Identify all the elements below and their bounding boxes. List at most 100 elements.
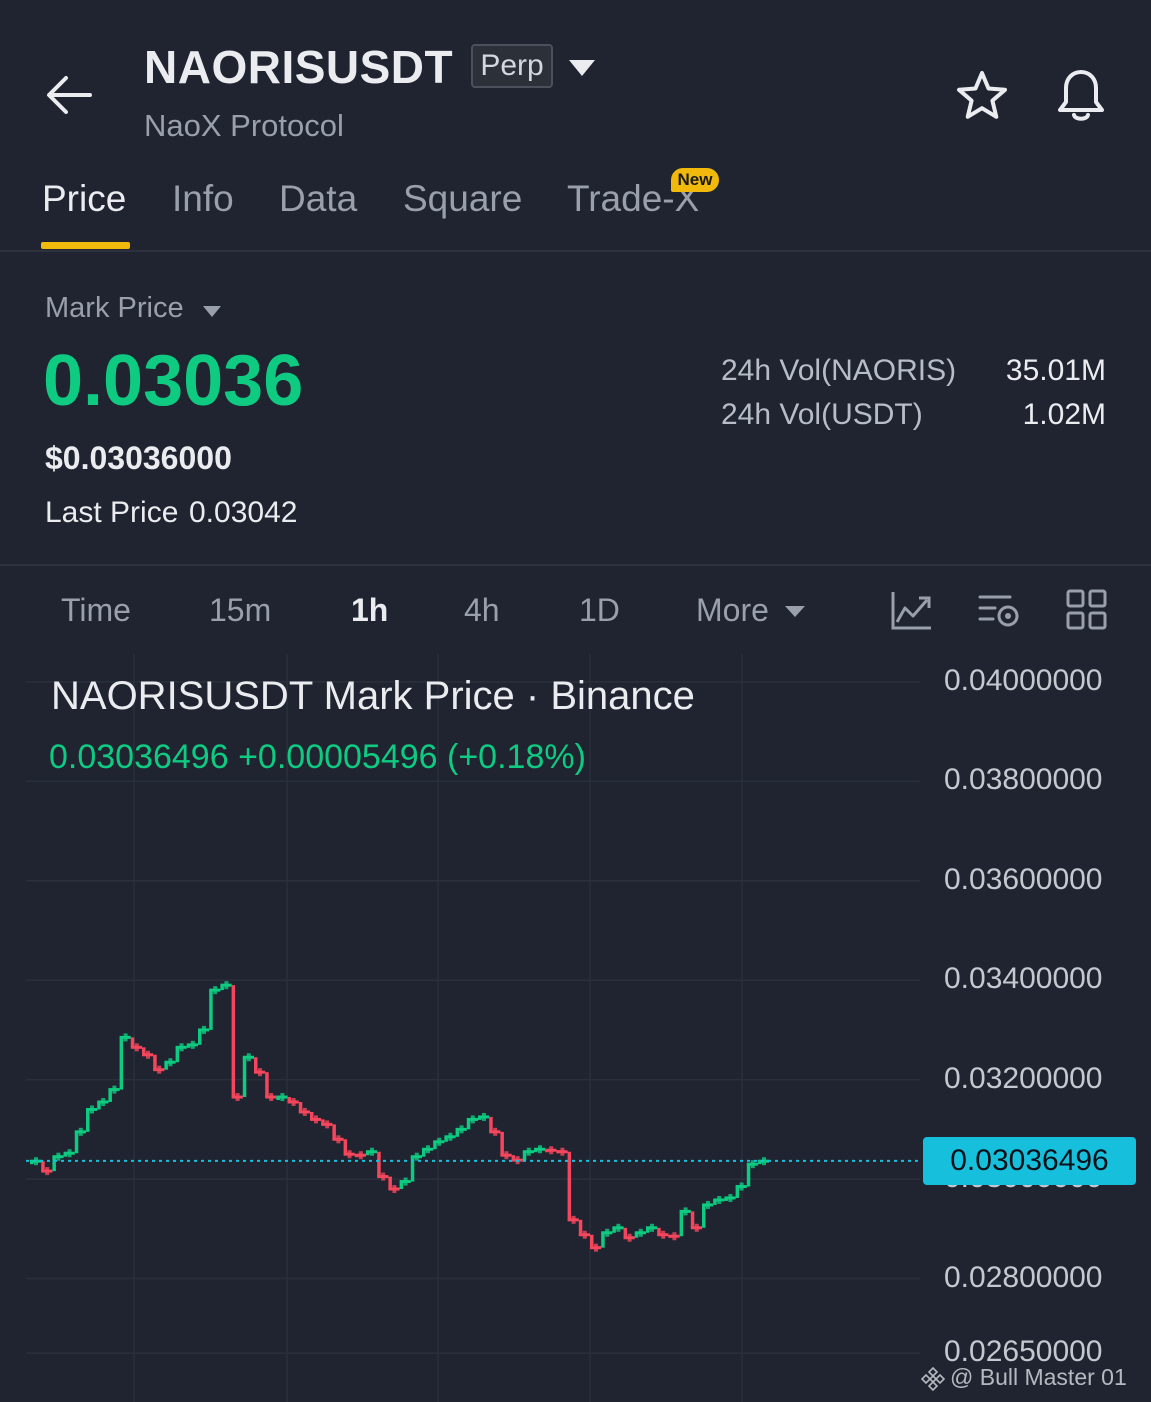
mark-price-value: 0.03036 bbox=[43, 341, 304, 421]
chevron-down-icon[interactable] bbox=[784, 604, 806, 618]
price-step-vertical bbox=[343, 1139, 348, 1155]
y-tick-label: 0.03400000 bbox=[944, 962, 1103, 996]
price-step-body bbox=[90, 1105, 94, 1114]
price-step-body bbox=[123, 1033, 128, 1042]
vol-quote-label: 24h Vol(USDT) bbox=[721, 398, 923, 431]
price-step-body bbox=[235, 1093, 240, 1102]
price-step-body bbox=[594, 1243, 598, 1252]
tf-4h[interactable]: 4h bbox=[464, 592, 500, 629]
price-step-vertical bbox=[746, 1164, 751, 1187]
price-step-body bbox=[627, 1233, 632, 1242]
mark-price-label[interactable]: Mark Price bbox=[45, 292, 184, 325]
price-step-vertical bbox=[231, 985, 236, 1098]
main-tabs: Price Info Data Square Trade-X bbox=[0, 160, 1151, 252]
price-step-vertical bbox=[254, 1057, 258, 1073]
price-step-body bbox=[616, 1223, 621, 1232]
price-step-body bbox=[302, 1107, 307, 1116]
indicator-icon[interactable] bbox=[889, 588, 933, 632]
price-step-body bbox=[56, 1152, 61, 1161]
perp-badge: Perp bbox=[471, 44, 553, 88]
price-step-body bbox=[370, 1147, 374, 1156]
price-step-body bbox=[426, 1145, 430, 1154]
bell-icon[interactable] bbox=[1052, 66, 1110, 124]
price-step-vertical bbox=[377, 1151, 381, 1177]
tab-square[interactable]: Square bbox=[403, 178, 522, 220]
timeframe-bar: Time 15m 1h 4h 1D More bbox=[0, 568, 1151, 654]
last-price-value: 0.03042 bbox=[189, 496, 298, 529]
price-step-body bbox=[291, 1098, 296, 1107]
back-arrow-icon[interactable] bbox=[44, 72, 94, 118]
price-step-body bbox=[728, 1193, 733, 1202]
price-step-body bbox=[448, 1132, 453, 1141]
price-step-vertical bbox=[265, 1072, 269, 1098]
price-step-vertical bbox=[198, 1029, 202, 1045]
price-step-vertical bbox=[679, 1211, 684, 1237]
star-icon[interactable] bbox=[954, 68, 1010, 124]
price-step-body bbox=[739, 1182, 744, 1191]
tab-info[interactable]: Info bbox=[172, 178, 234, 220]
tab-price[interactable]: Price bbox=[42, 178, 126, 220]
vol-base-label: 24h Vol(NAORIS) bbox=[721, 354, 957, 387]
price-step-body bbox=[493, 1127, 498, 1136]
price-step-body bbox=[101, 1098, 106, 1107]
price-step-body bbox=[650, 1223, 654, 1232]
price-step-vertical bbox=[108, 1089, 112, 1103]
chart-title: NAORISUSDT Mark Price · Binance bbox=[51, 674, 695, 718]
project-name: NaoX Protocol bbox=[144, 108, 344, 143]
price-step-body bbox=[482, 1112, 486, 1121]
price-step-vertical bbox=[153, 1054, 157, 1070]
price-step-body bbox=[146, 1050, 150, 1059]
price-step-vertical bbox=[735, 1186, 740, 1198]
watermark-text: @ Bull Master 01 bbox=[950, 1364, 1127, 1390]
price-step-body bbox=[134, 1043, 139, 1052]
tf-time[interactable]: Time bbox=[61, 592, 131, 629]
price-step-body bbox=[706, 1200, 710, 1209]
y-tick-label: 0.03800000 bbox=[944, 763, 1103, 797]
price-step-body bbox=[336, 1135, 341, 1144]
price-step-vertical bbox=[119, 1037, 124, 1090]
price-step-vertical bbox=[209, 990, 213, 1030]
chevron-down-icon[interactable] bbox=[202, 304, 222, 318]
price-step-vertical bbox=[567, 1151, 572, 1220]
watermark: @ Bull Master 01 bbox=[920, 1364, 1127, 1392]
price-step-body bbox=[605, 1228, 610, 1237]
header: NAORISUSDT Perp NaoX Protocol bbox=[0, 0, 1151, 160]
current-price-label: 0.03036496 bbox=[923, 1136, 1136, 1185]
price-step-body bbox=[246, 1053, 251, 1062]
tf-1h[interactable]: 1h bbox=[351, 592, 388, 629]
price-step-vertical bbox=[86, 1109, 90, 1132]
price-step-body bbox=[661, 1230, 666, 1239]
price-step-vertical bbox=[175, 1047, 180, 1063]
price-step-body bbox=[280, 1093, 285, 1102]
vol-base-value: 35.01M bbox=[1005, 354, 1106, 387]
tf-more[interactable]: More bbox=[696, 592, 769, 629]
chart-ohlc-readout: 0.03036496 +0.00005496 (+0.18%) bbox=[49, 738, 586, 776]
price-step-vertical bbox=[690, 1211, 695, 1228]
price-step-vertical bbox=[578, 1219, 583, 1235]
vol-quote-value: 1.02M bbox=[1022, 398, 1106, 431]
layout-grid-icon[interactable] bbox=[1065, 588, 1109, 632]
price-step-body bbox=[638, 1228, 643, 1237]
price-step-body bbox=[470, 1115, 475, 1124]
price-step-body bbox=[190, 1040, 195, 1049]
last-price-label: Last Price bbox=[45, 496, 179, 529]
price-step-body bbox=[571, 1215, 576, 1224]
price-step-vertical bbox=[332, 1124, 336, 1140]
price-chart[interactable]: NAORISUSDT Mark Price · Binance 0.030364… bbox=[0, 654, 1151, 1402]
price-step-vertical bbox=[500, 1131, 504, 1156]
tab-data[interactable]: Data bbox=[279, 178, 357, 220]
price-step-body bbox=[437, 1137, 442, 1146]
chart-settings-icon[interactable] bbox=[977, 588, 1021, 632]
y-tick-label: 0.02800000 bbox=[944, 1260, 1103, 1294]
symbol-title[interactable]: NAORISUSDT bbox=[144, 40, 453, 94]
price-step-body bbox=[582, 1230, 587, 1239]
new-badge: New bbox=[671, 168, 719, 192]
price-step-body bbox=[202, 1025, 206, 1034]
price-step-body bbox=[538, 1145, 542, 1154]
chevron-down-icon[interactable] bbox=[566, 56, 598, 80]
price-step-vertical bbox=[242, 1057, 247, 1098]
binance-logo-icon bbox=[920, 1366, 946, 1392]
price-step-body bbox=[224, 981, 229, 990]
tf-1d[interactable]: 1D bbox=[579, 592, 620, 629]
tf-15m[interactable]: 15m bbox=[209, 592, 271, 629]
